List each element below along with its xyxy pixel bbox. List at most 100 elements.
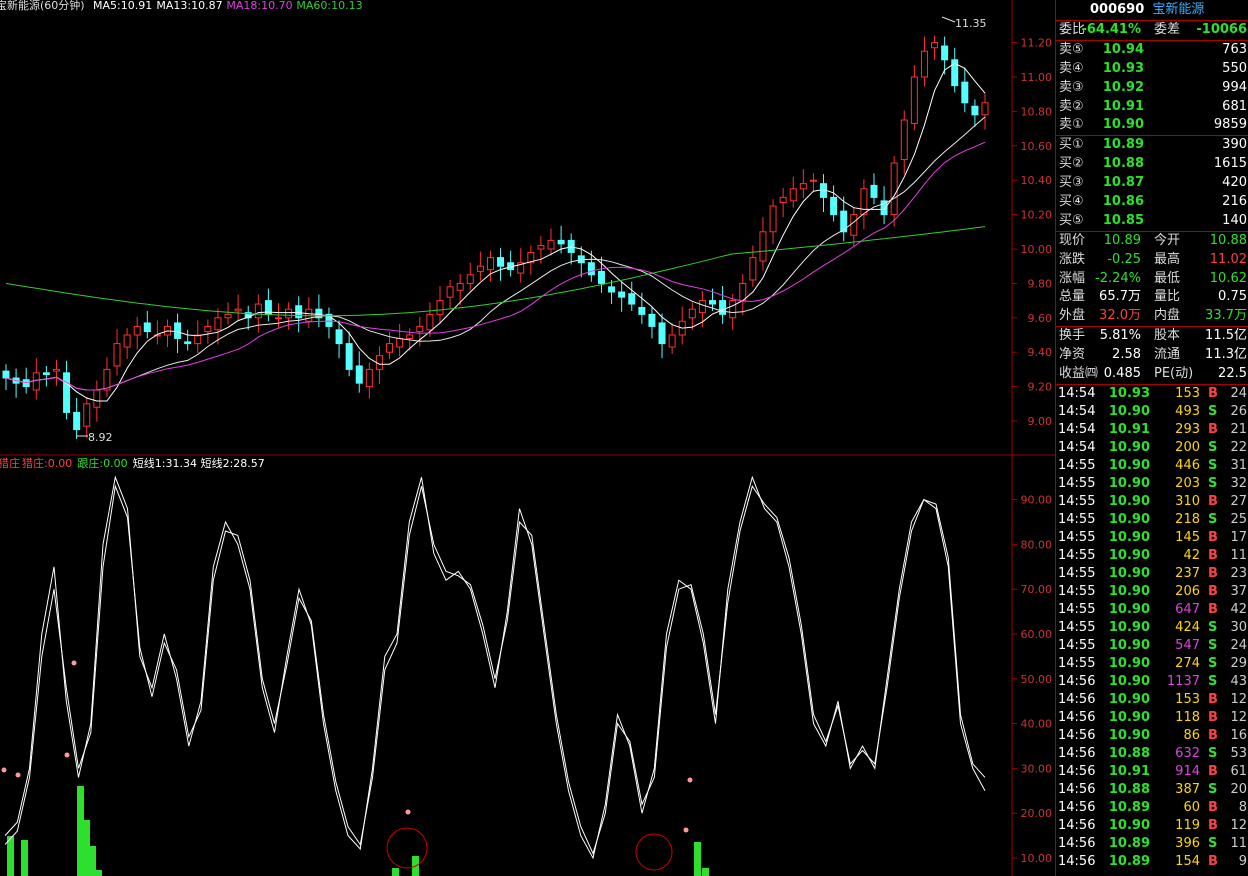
tick-row[interactable]: 14:56 10.89 60 B 8	[1056, 799, 1248, 817]
tick-row[interactable]: 14:56 10.88 387 S 20	[1056, 781, 1248, 799]
ma-legend-item: MA13:10.87	[156, 0, 222, 12]
tick-time: 14:55	[1058, 565, 1096, 581]
tick-count: 61	[1230, 763, 1247, 779]
sub-legend: 猎庄:0.00 跟庄:0.00 短线1:31.34 短线2:28.57	[22, 456, 265, 470]
tick-time: 14:56	[1058, 673, 1096, 689]
tick-row[interactable]: 14:55 10.90 547 S 24	[1056, 637, 1248, 655]
tick-row[interactable]: 14:56 10.90 153 B 12	[1056, 691, 1248, 709]
y-tick-label: 10.20	[1021, 209, 1053, 222]
tick-price: 10.90	[1108, 565, 1150, 581]
kline-chart[interactable]: 宝新能源(60分钟) MA5:10.91 MA13:10.87 MA18:10.70…	[0, 0, 1055, 876]
tick-row[interactable]: 14:56 10.90 118 B 12	[1056, 709, 1248, 727]
stat-value: 22.5	[1218, 366, 1247, 382]
tick-row[interactable]: 14:56 10.90 1137 S 43	[1056, 673, 1248, 691]
tick-list[interactable]: 14:54 10.93 153 B 24 14:54 10.90 493 S 26 14:54 10.…	[1056, 385, 1248, 871]
tick-row[interactable]: 14:55 10.90 42 B 11	[1056, 547, 1248, 565]
stat-row: 换手 5.81% 股本 11.5亿	[1056, 327, 1248, 346]
tick-row[interactable]: 14:56 10.88 632 S 53	[1056, 745, 1248, 763]
tick-volume: 1137	[1166, 673, 1200, 689]
signal-bar	[7, 836, 14, 876]
tick-row[interactable]: 14:55 10.90 647 B 42	[1056, 601, 1248, 619]
tick-side: S	[1208, 619, 1218, 635]
buy-level-row[interactable]: 买④ 10.86 216	[1056, 193, 1248, 212]
sell-level-row[interactable]: 卖⑤ 10.94 763	[1056, 41, 1248, 60]
tick-row[interactable]: 14:55 10.90 203 S 32	[1056, 475, 1248, 493]
tick-row[interactable]: 14:56 10.91 914 B 61	[1056, 763, 1248, 781]
stock-header[interactable]: 000690 宝新能源	[1056, 0, 1248, 21]
tick-row[interactable]: 14:54 10.90 493 S 26	[1056, 403, 1248, 421]
tick-row[interactable]: 14:55 10.90 424 S 30	[1056, 619, 1248, 637]
tick-row[interactable]: 14:54 10.91 293 B 21	[1056, 421, 1248, 439]
buy-level-row[interactable]: 买③ 10.87 420	[1056, 174, 1248, 193]
candle-body	[799, 183, 807, 190]
tick-row[interactable]: 14:55 10.90 237 B 23	[1056, 565, 1248, 583]
tick-row[interactable]: 14:55 10.90 145 B 17	[1056, 529, 1248, 547]
candle-body	[587, 262, 595, 276]
tick-volume: 647	[1175, 601, 1200, 617]
candle-body	[214, 317, 222, 331]
candle-body	[466, 274, 474, 284]
buy-level-row[interactable]: 买⑤ 10.85 140	[1056, 212, 1248, 231]
tick-time: 14:55	[1058, 583, 1096, 599]
tick-side: B	[1208, 493, 1218, 509]
tick-price: 10.90	[1108, 511, 1150, 527]
sell-level-row[interactable]: 卖① 10.90 9859	[1056, 116, 1248, 135]
tick-side: S	[1208, 655, 1218, 671]
low-label: 8.92	[88, 431, 113, 444]
sell-level-row[interactable]: 卖④ 10.93 550	[1056, 60, 1248, 79]
tick-row[interactable]: 14:55 10.90 218 S 25	[1056, 511, 1248, 529]
candle-body	[698, 300, 706, 314]
candle-body	[739, 282, 747, 302]
tick-volume: 118	[1175, 709, 1200, 725]
short1-line	[4, 475, 986, 860]
order-volume: 420	[1222, 175, 1247, 191]
candle-body	[355, 365, 363, 384]
stat-label: 流通	[1154, 347, 1181, 363]
tick-row[interactable]: 14:54 10.93 153 B 24	[1056, 385, 1248, 403]
tick-side: B	[1208, 727, 1218, 743]
signal-circle	[386, 827, 428, 869]
tick-row[interactable]: 14:55 10.90 274 S 29	[1056, 655, 1248, 673]
order-price: 10.87	[1102, 175, 1144, 191]
tick-price: 10.90	[1108, 619, 1150, 635]
tick-price: 10.90	[1108, 493, 1150, 509]
tick-row[interactable]: 14:56 10.90 119 B 12	[1056, 817, 1248, 835]
candle-body	[93, 389, 101, 408]
tick-row[interactable]: 14:55 10.90 206 B 37	[1056, 583, 1248, 601]
sub-legend-item: 猎庄:0.00	[22, 456, 72, 470]
tick-row[interactable]: 14:56 10.90 86 B 16	[1056, 727, 1248, 745]
tick-row[interactable]: 14:55 10.90 310 B 27	[1056, 493, 1248, 511]
tick-volume: 145	[1175, 529, 1200, 545]
tick-volume: 387	[1175, 781, 1200, 797]
candle-body	[961, 81, 969, 104]
tick-price: 10.90	[1108, 529, 1150, 545]
ma-legend: MA5:10.91 MA13:10.87 MA18:10.70 MA60:10.13	[93, 0, 363, 12]
sub-y-axis: 90.00 80.00 70.00 60.00 50.00 40.00 30.00 20.00…	[1021, 494, 1053, 865]
sell-level-row[interactable]: 卖② 10.91 681	[1056, 98, 1248, 117]
candle-body	[708, 300, 716, 305]
candle-body	[920, 50, 928, 78]
stat-value: 5.81%	[1099, 328, 1141, 344]
order-price: 10.93	[1102, 60, 1144, 76]
stat-label: 净资	[1059, 347, 1086, 363]
tick-row[interactable]: 14:55 10.90 446 S 31	[1056, 457, 1248, 475]
buy-level-row[interactable]: 买② 10.88 1615	[1056, 155, 1248, 174]
tick-time: 14:55	[1058, 511, 1096, 527]
y-tick-label: 9.60	[1028, 312, 1053, 325]
candle-body	[608, 286, 616, 293]
candle-body	[547, 239, 555, 250]
tick-side: S	[1208, 439, 1218, 455]
sell-level-row[interactable]: 卖③ 10.92 994	[1056, 79, 1248, 98]
buy-level-row[interactable]: 买① 10.89 390	[1056, 136, 1248, 155]
stat-row: 外盘 32.0万 内盘 33.7万	[1056, 307, 1248, 326]
order-level: 买②	[1059, 156, 1084, 172]
tick-row[interactable]: 14:54 10.90 200 S 22	[1056, 439, 1248, 457]
weibi-row: 委比 -64.41% 委差 -10066	[1056, 21, 1248, 41]
signal-dot	[71, 660, 77, 666]
order-volume: 763	[1222, 41, 1247, 57]
tick-side: B	[1208, 385, 1218, 401]
tick-row[interactable]: 14:56 10.89 154 B 9	[1056, 853, 1248, 871]
tick-row[interactable]: 14:56 10.89 396 S 11	[1056, 835, 1248, 853]
tick-side: B	[1208, 529, 1218, 545]
tick-price: 10.88	[1108, 781, 1150, 797]
